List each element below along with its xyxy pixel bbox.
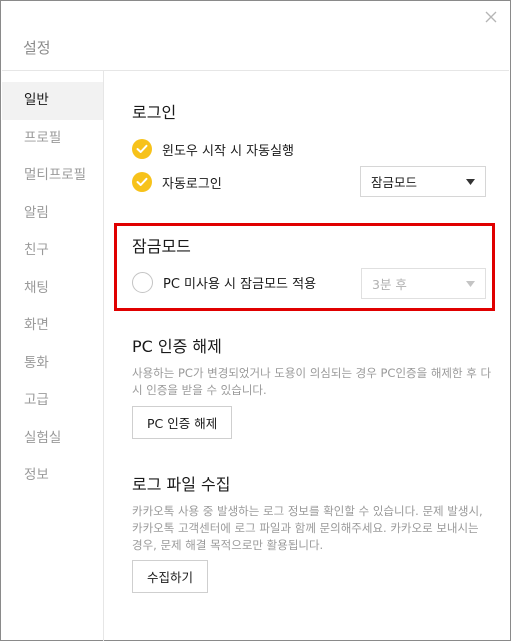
- pc-auth-reset-button[interactable]: PC 인증 해제: [132, 406, 233, 439]
- idle-lock-checkbox[interactable]: [132, 271, 153, 293]
- sidebar-item-general[interactable]: 일반: [2, 82, 103, 120]
- chevron-down-icon: [466, 179, 475, 185]
- sidebar-item-friends[interactable]: 친구: [2, 232, 103, 270]
- pc-auth-section-title: PC 인증 해제: [132, 337, 222, 356]
- collect-logs-button[interactable]: 수집하기: [132, 560, 209, 593]
- log-section-title: 로그 파일 수집: [132, 475, 231, 494]
- auto-login-mode-value: 잠금모드: [371, 175, 418, 190]
- auto-start-option: 윈도우 시작 시 자동실행: [132, 138, 294, 160]
- idle-lock-option: PC 미사용 시 잠금모드 적용: [132, 271, 316, 293]
- pc-auth-description: 사용하는 PC가 변경되었거나 도용이 의심되는 경우 PC인증을 해제한 후 …: [132, 366, 492, 397]
- sidebar: 일반 프로필 멀티프로필 알림 친구 채팅 화면 통화 고급 실험실 정보: [2, 82, 103, 495]
- sidebar-item-display[interactable]: 화면: [2, 307, 103, 345]
- auto-login-label: 자동로그인: [162, 176, 222, 192]
- sidebar-item-about[interactable]: 정보: [2, 457, 103, 495]
- settings-window: 설정 일반 프로필 멀티프로필 알림 친구 채팅 화면 통화 고급 실험실 정보…: [0, 0, 511, 641]
- auto-login-option: 자동로그인: [132, 171, 222, 193]
- checkmark-icon: [136, 144, 148, 153]
- idle-time-select[interactable]: 3분 후: [361, 268, 486, 299]
- auto-start-checkbox[interactable]: [132, 139, 152, 159]
- sidebar-item-multi-profile[interactable]: 멀티프로필: [2, 157, 103, 195]
- sidebar-item-labs[interactable]: 실험실: [2, 420, 103, 458]
- log-description: 카카오톡 사용 중 발생하는 로그 정보를 확인할 수 있습니다. 문제 발생시…: [132, 504, 483, 552]
- sidebar-item-chats[interactable]: 채팅: [2, 270, 103, 308]
- checkmark-icon: [136, 177, 148, 186]
- sidebar-divider: [103, 71, 104, 641]
- sidebar-item-profile[interactable]: 프로필: [2, 120, 103, 158]
- lock-mode-section-title: 잠금모드: [132, 237, 191, 256]
- sidebar-item-calls[interactable]: 통화: [2, 345, 103, 383]
- login-section-title: 로그인: [132, 103, 177, 122]
- header-divider: [2, 70, 509, 71]
- sidebar-item-notifications[interactable]: 알림: [2, 195, 103, 233]
- auto-login-checkbox[interactable]: [132, 172, 152, 192]
- close-icon[interactable]: [482, 8, 500, 26]
- sidebar-item-advanced[interactable]: 고급: [2, 382, 103, 420]
- idle-time-value: 3분 후: [372, 277, 407, 292]
- auto-login-mode-select[interactable]: 잠금모드: [360, 166, 486, 197]
- chevron-down-icon: [466, 281, 475, 287]
- window-title: 설정: [23, 39, 51, 57]
- auto-start-label: 윈도우 시작 시 자동실행: [162, 143, 294, 159]
- idle-lock-label: PC 미사용 시 잠금모드 적용: [163, 276, 317, 292]
